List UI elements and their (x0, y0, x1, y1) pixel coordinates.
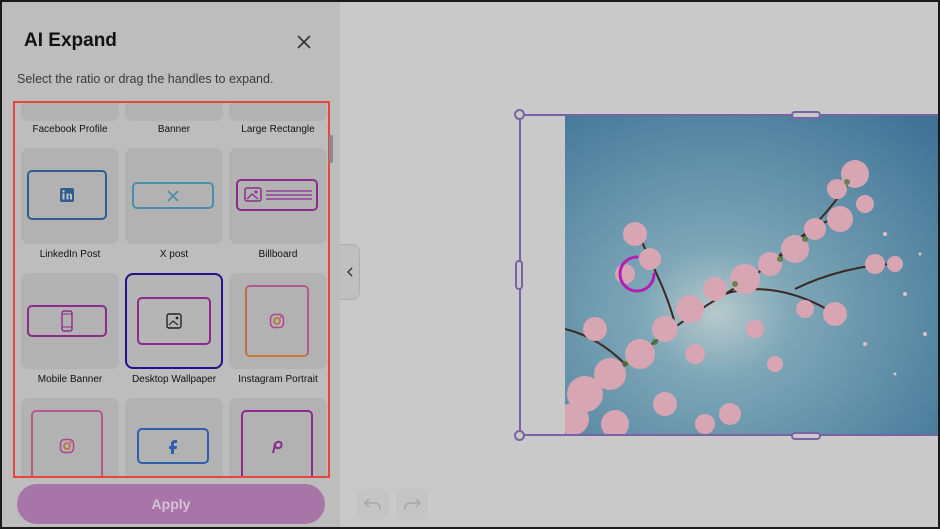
linkedin-icon (60, 188, 74, 202)
app-window: AI Expand Select the ratio or drag the h… (0, 0, 940, 529)
instagram-shape (31, 410, 103, 476)
instagram-icon (59, 438, 75, 454)
handle-bottom-left[interactable] (514, 430, 525, 441)
apply-button[interactable]: Apply (17, 484, 325, 524)
handle-bottom[interactable] (791, 432, 821, 440)
ratio-tile-instagram-portrait[interactable] (229, 273, 327, 369)
undo-icon (364, 498, 381, 510)
ratio-label: Desktop Wallpaper (131, 374, 217, 385)
billboard-shape (236, 179, 318, 211)
undo-button[interactable] (357, 489, 389, 519)
ratio-tile-linkedin-post[interactable] (21, 148, 119, 244)
ratio-tile-desktop-wallpaper[interactable] (125, 273, 223, 369)
panel-title: AI Expand (24, 30, 117, 51)
ratio-list[interactable]: Facebook Profile Banner Large Rectangle (13, 101, 330, 478)
ratio-tile-facebook[interactable] (125, 398, 223, 476)
expand-bounds (519, 114, 938, 436)
instagram-icon (269, 313, 285, 329)
desktop-wallpaper-shape (137, 297, 211, 345)
redo-button[interactable] (396, 489, 428, 519)
close-button[interactable] (294, 32, 314, 52)
ratio-label: Billboard (258, 249, 298, 260)
ratio-label: Banner (157, 124, 191, 135)
ratio-list-scrollbar[interactable] (329, 135, 333, 163)
mobile-banner-shape (27, 305, 107, 337)
ratio-tile-mobile-banner[interactable] (21, 273, 119, 369)
x-post-shape (132, 182, 214, 209)
ratio-tile-facebook-profile[interactable] (21, 103, 119, 121)
ratio-tile-banner[interactable] (125, 103, 223, 121)
facebook-icon (169, 440, 177, 454)
linkedin-shape (27, 170, 107, 220)
ai-expand-panel: AI Expand Select the ratio or drag the h… (2, 2, 340, 527)
phone-icon (61, 310, 73, 332)
chevron-left-icon (346, 267, 352, 277)
close-icon (297, 35, 311, 49)
collapse-panel-button[interactable] (340, 244, 360, 300)
ratio-label: Instagram Portrait (238, 374, 318, 385)
image-icon (166, 313, 182, 329)
handle-left[interactable] (515, 260, 523, 290)
handle-top[interactable] (791, 111, 821, 119)
handle-top-left[interactable] (514, 109, 525, 120)
image-icon (244, 187, 312, 202)
ratio-tile-billboard[interactable] (229, 148, 327, 244)
ratio-tile-pinterest[interactable] (229, 398, 327, 476)
pinterest-shape (241, 410, 313, 476)
pinterest-icon (272, 440, 283, 454)
ratio-label: X post (159, 249, 189, 260)
panel-subtitle: Select the ratio or drag the handles to … (17, 72, 274, 86)
facebook-shape (137, 428, 209, 464)
ratio-tile-x-post[interactable] (125, 148, 223, 244)
ratio-tile-large-rectangle[interactable] (229, 103, 327, 121)
loading-spinner-icon (618, 255, 656, 293)
x-icon (167, 189, 179, 202)
ratio-label: Mobile Banner (37, 374, 103, 385)
ratio-tile-instagram[interactable] (21, 398, 119, 476)
ratio-label: LinkedIn Post (39, 249, 101, 260)
redo-icon (404, 498, 421, 510)
ratio-label: Large Rectangle (241, 124, 315, 135)
ratio-label: Facebook Profile (32, 124, 108, 135)
instagram-portrait-shape (245, 285, 309, 357)
